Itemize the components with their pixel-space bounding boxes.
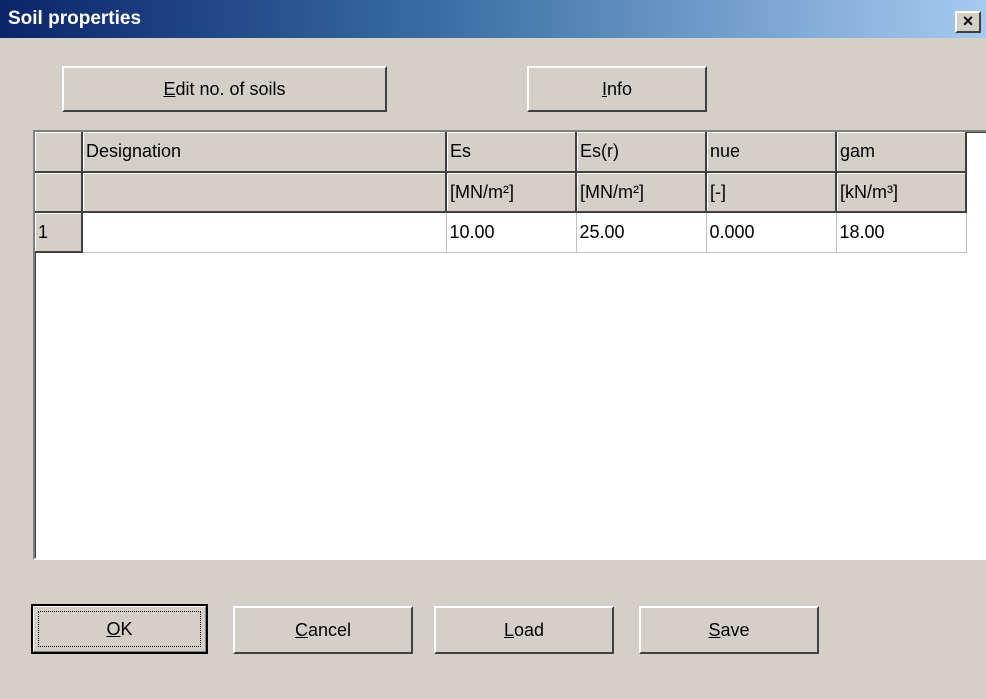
edit-soils-label: dit no. of soils	[175, 79, 286, 99]
cell-gam[interactable]: 18.00	[836, 212, 967, 253]
dialog-title: Soil properties	[8, 8, 142, 29]
column-header-gam[interactable]: gam	[836, 132, 967, 173]
cell-es-r[interactable]: 25.00	[576, 212, 707, 253]
unit-designation	[82, 172, 447, 213]
corner-cell	[35, 132, 83, 173]
load-button[interactable]: Load	[434, 606, 614, 654]
header-row-units: [MN/m²] [MN/m²] [-] [kN/m³]	[35, 172, 967, 213]
save-hotkey: S	[708, 620, 721, 640]
soil-properties-dialog: Soil properties × Edit no. of soils Info…	[0, 0, 986, 699]
save-label: ave	[720, 620, 750, 640]
cell-nue[interactable]: 0.000	[706, 212, 837, 253]
ok-label: K	[120, 619, 133, 639]
column-header-nue[interactable]: nue	[706, 132, 837, 173]
edit-no-of-soils-button[interactable]: Edit no. of soils	[62, 66, 387, 112]
soil-table: Designation Es Es(r) nue gam [MN/m²] [MN…	[35, 132, 967, 253]
row-index[interactable]: 1	[35, 212, 83, 253]
column-header-es-r[interactable]: Es(r)	[576, 132, 707, 173]
cancel-label: ancel	[307, 620, 352, 640]
ok-button[interactable]: OK	[31, 604, 208, 654]
column-header-es[interactable]: Es	[446, 132, 577, 173]
soil-properties-grid[interactable]: Designation Es Es(r) nue gam [MN/m²] [MN…	[33, 130, 986, 560]
close-icon: ×	[962, 11, 974, 31]
cancel-hotkey: C	[294, 620, 308, 640]
close-button[interactable]: ×	[955, 11, 981, 33]
cell-designation[interactable]	[82, 212, 447, 253]
unit-gam: [kN/m³]	[836, 172, 967, 213]
unit-es-r: [MN/m²]	[576, 172, 707, 213]
corner-cell-units	[35, 172, 83, 213]
column-header-designation[interactable]: Designation	[82, 132, 447, 173]
edit-soils-hotkey: E	[163, 79, 176, 99]
info-label: nfo	[606, 79, 633, 99]
header-row-names: Designation Es Es(r) nue gam	[35, 132, 967, 173]
title-bar[interactable]: Soil properties ×	[0, 0, 986, 38]
cell-es[interactable]: 10.00	[446, 212, 577, 253]
unit-nue: [-]	[706, 172, 837, 213]
load-label: oad	[513, 620, 545, 640]
load-hotkey: L	[503, 620, 514, 640]
unit-es: [MN/m²]	[446, 172, 577, 213]
ok-hotkey: O	[106, 619, 121, 639]
info-button[interactable]: Info	[527, 66, 707, 112]
cancel-button[interactable]: Cancel	[233, 606, 413, 654]
table-row: 1 10.00 25.00 0.000 18.00	[35, 212, 967, 253]
save-button[interactable]: Save	[639, 606, 819, 654]
